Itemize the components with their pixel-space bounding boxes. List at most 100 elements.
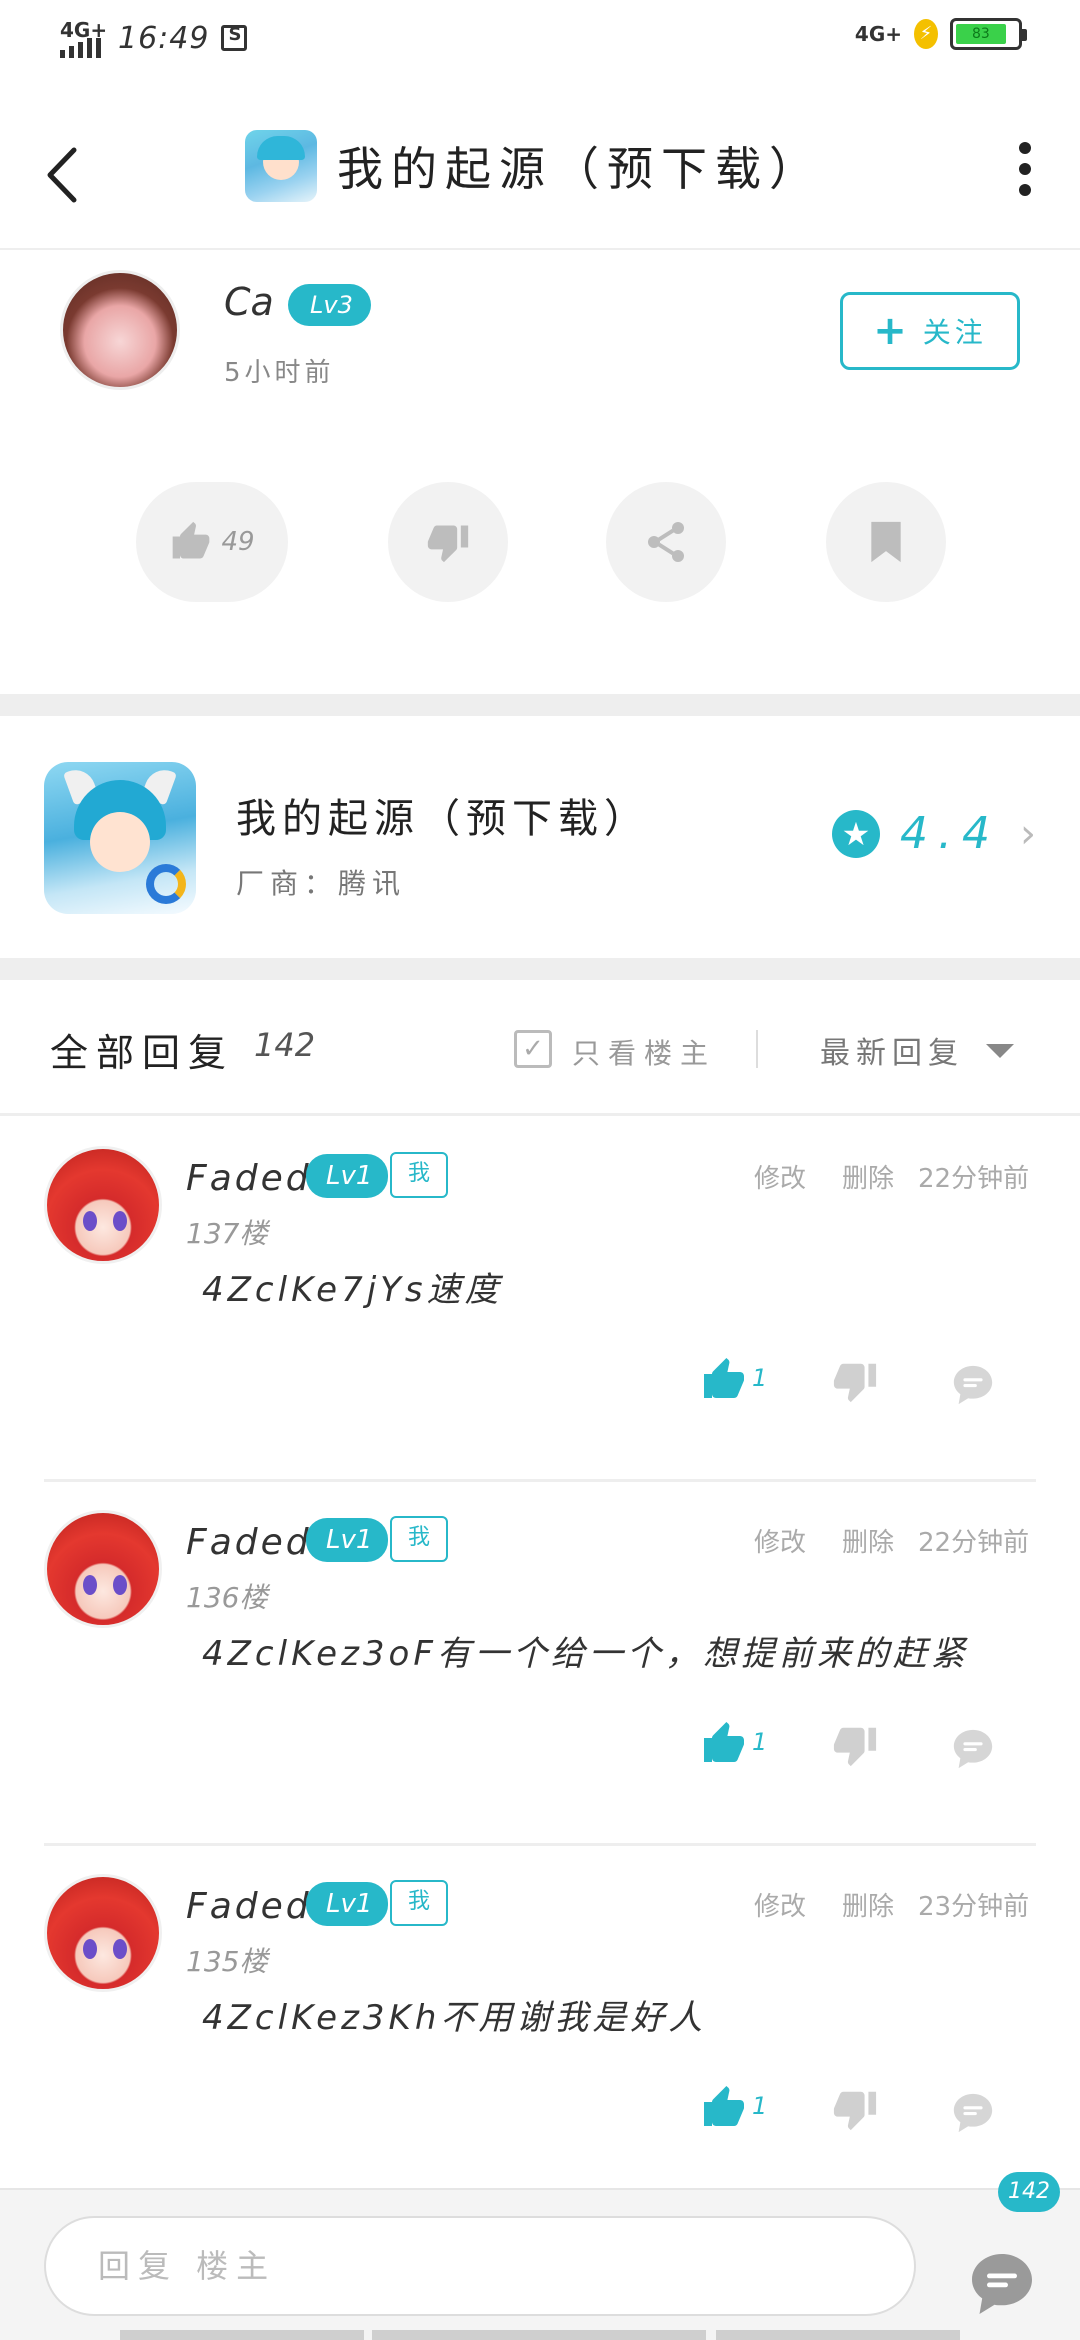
- rating-value: 4.4: [900, 808, 1000, 859]
- like-button[interactable]: 49: [136, 482, 288, 602]
- comment-dislike-button[interactable]: [832, 2086, 878, 2136]
- battery-level: 83: [956, 24, 1006, 44]
- avatar[interactable]: [44, 1510, 162, 1628]
- comment-time: 22分钟前: [918, 1528, 1030, 1558]
- comment-item: Faded Lv1 我 135楼 修改 删除 23分钟前 4ZclKez3Kh不…: [0, 1846, 1080, 2210]
- comment-like-button[interactable]: 1: [700, 1356, 767, 1404]
- follow-button[interactable]: + 关注: [840, 292, 1020, 370]
- game-card[interactable]: 我的起源（预下载） 厂商：腾讯 ★ 4.4 ›: [0, 718, 1080, 958]
- favorite-button[interactable]: [826, 482, 946, 602]
- post-time: 5小时前: [224, 358, 335, 388]
- chat-bubble-icon: [972, 2254, 1032, 2314]
- level-badge: Lv3: [288, 284, 371, 326]
- thumbs-up-icon: [704, 1722, 744, 1762]
- delete-button[interactable]: 删除: [842, 1158, 894, 1195]
- header-title-group: 我的起源（预下载）: [245, 130, 823, 202]
- vertical-dots-icon: [1010, 142, 1040, 196]
- page-title: 我的起源（预下载）: [337, 142, 823, 196]
- commenter-name[interactable]: Faded: [186, 1522, 312, 1563]
- only-owner-checkbox[interactable]: ✓: [514, 1030, 552, 1068]
- post-author: Ca Lv3 5小时前 + 关注 49: [0, 252, 1080, 692]
- delete-button[interactable]: 删除: [842, 1522, 894, 1559]
- signal-icon: 4G+: [58, 18, 107, 58]
- comment-reply-button[interactable]: [950, 2090, 996, 2140]
- level-badge: Lv1: [306, 1882, 389, 1926]
- dislike-button[interactable]: [388, 482, 508, 602]
- comment-like-count: 1: [752, 1364, 768, 1392]
- section-divider: [0, 958, 1080, 980]
- edit-button[interactable]: 修改: [754, 1158, 806, 1195]
- replies-title: 全部回复: [50, 1031, 235, 1075]
- battery-icon: 83: [950, 18, 1027, 50]
- comment-like-button[interactable]: 1: [700, 2084, 767, 2132]
- chat-bubble-icon: [953, 2093, 993, 2133]
- bookmark-icon: [871, 521, 901, 563]
- comment-time: 23分钟前: [918, 1892, 1030, 1922]
- thumbs-up-icon: [704, 2086, 744, 2126]
- status-time: 16:49: [118, 20, 210, 56]
- level-badge: Lv1: [306, 1518, 389, 1562]
- share-button[interactable]: [606, 482, 726, 602]
- comment-like-count: 1: [752, 1728, 768, 1756]
- app-header: 我的起源（预下载）: [0, 100, 1080, 250]
- comment-reply-button[interactable]: [950, 1362, 996, 1412]
- star-icon: ★: [832, 809, 881, 858]
- game-vendor: 厂商：腾讯: [236, 867, 407, 900]
- thumbs-up-icon: [173, 521, 210, 559]
- thumbs-up-icon: [704, 1358, 744, 1398]
- sort-dropdown[interactable]: 最新回复: [820, 1028, 964, 1072]
- share-icon: [648, 522, 684, 562]
- reply-input[interactable]: [44, 2216, 916, 2316]
- floor-number: 137楼: [186, 1217, 268, 1250]
- comments-button[interactable]: [966, 2248, 1038, 2320]
- comment-item: Faded Lv1 我 137楼 修改 删除 22分钟前 4ZclKe7jYs速…: [0, 1118, 1080, 1482]
- game-name: 我的起源（预下载）: [236, 796, 650, 842]
- edit-button[interactable]: 修改: [754, 1886, 806, 1923]
- avatar[interactable]: [44, 1874, 162, 1992]
- author-name[interactable]: Ca: [224, 280, 274, 324]
- post-actions: 49: [0, 482, 1080, 602]
- me-badge: 我: [390, 1152, 448, 1198]
- level-badge: Lv1: [306, 1154, 389, 1198]
- charging-icon: ⚡: [914, 19, 938, 49]
- only-owner-label[interactable]: 只看楼主: [572, 1032, 716, 1072]
- chat-bubble-icon: [953, 1729, 993, 1769]
- commenter-name[interactable]: Faded: [186, 1886, 312, 1927]
- comment-like-button[interactable]: 1: [700, 1720, 767, 1768]
- chevron-right-icon: ›: [1020, 810, 1036, 857]
- thumbs-down-icon: [833, 2091, 877, 2131]
- reply-bar: [0, 2188, 1080, 2340]
- avatar[interactable]: [60, 270, 180, 390]
- me-badge: 我: [390, 1880, 448, 1926]
- delete-button[interactable]: 删除: [842, 1886, 894, 1923]
- plus-icon: +: [873, 308, 911, 354]
- network-type-right: 4G+: [854, 22, 902, 46]
- like-count: 49: [221, 527, 255, 557]
- floor-number: 136楼: [186, 1581, 268, 1614]
- thumbs-down-icon: [833, 1363, 877, 1403]
- comment-text: 4ZclKe7jYs速度: [202, 1270, 503, 1310]
- comment-like-count: 1: [752, 2092, 768, 2120]
- section-divider: [0, 694, 1080, 716]
- chevron-left-icon: [47, 147, 77, 203]
- comment-reply-button[interactable]: [950, 1726, 996, 1776]
- comment-dislike-button[interactable]: [832, 1722, 878, 1772]
- comment-item: Faded Lv1 我 136楼 修改 删除 22分钟前 4ZclKez3oF有…: [0, 1482, 1080, 1846]
- edit-button[interactable]: 修改: [754, 1522, 806, 1559]
- chat-bubble-icon: [953, 1365, 993, 1405]
- replies-count: 142: [254, 1026, 316, 1064]
- status-right: 4G+ ⚡ 83: [854, 18, 1027, 50]
- status-left: 4G+ 16:49: [58, 18, 248, 58]
- comment-dislike-button[interactable]: [832, 1358, 878, 1408]
- comment-count-badge: 142: [998, 2172, 1060, 2212]
- comment-text: 4ZclKez3Kh不用谢我是好人: [202, 1998, 707, 2038]
- more-button[interactable]: [1010, 142, 1040, 208]
- back-button[interactable]: [40, 140, 90, 210]
- follow-label: 关注: [922, 316, 987, 349]
- nav-indicator: [716, 2330, 960, 2340]
- status-bar: 4G+ 16:49 4G+ ⚡ 83: [0, 0, 1080, 80]
- floor-number: 135楼: [186, 1945, 268, 1978]
- commenter-name[interactable]: Faded: [186, 1158, 312, 1199]
- caret-down-icon[interactable]: [986, 1044, 1014, 1058]
- avatar[interactable]: [44, 1146, 162, 1264]
